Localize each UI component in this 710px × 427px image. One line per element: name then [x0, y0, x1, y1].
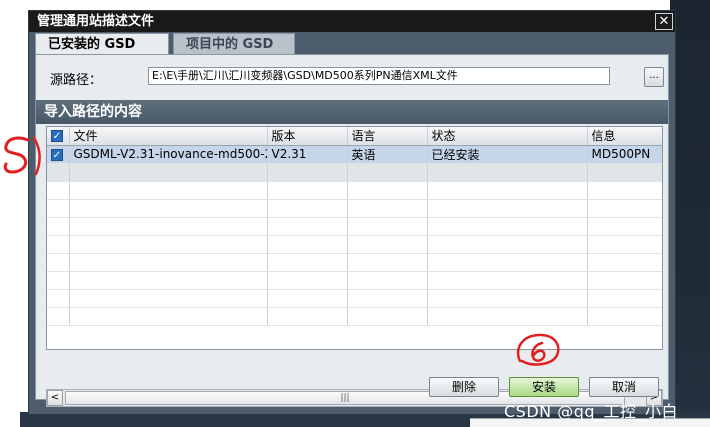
cell-status: 已经安装: [427, 145, 588, 164]
empty-row: [47, 217, 662, 236]
cell-version: V2.31: [267, 145, 348, 164]
close-button[interactable]: ✕: [655, 13, 673, 30]
empty-row: [47, 253, 662, 272]
tab-installed-gsd[interactable]: 已安装的 GSD: [35, 33, 169, 55]
import-content-header: 导入路径的内容: [36, 100, 668, 124]
watermark: CSDN @qq_工控_小白: [504, 402, 679, 421]
column-header-language[interactable]: 语言: [347, 127, 428, 146]
cancel-button[interactable]: 取消: [589, 377, 659, 397]
tab-project-gsd[interactable]: 项目中的 GSD: [173, 33, 295, 55]
cell-file: GSDML-V2.31-inovance-md500-2...: [69, 145, 268, 164]
column-header-info[interactable]: 信息: [587, 127, 662, 146]
column-header-version[interactable]: 版本: [267, 127, 348, 146]
table-row[interactable]: ✓ GSDML-V2.31-inovance-md500-2... V2.31 …: [47, 145, 662, 164]
table-header-row: ✓ 文件 版本 语言 状态 信息: [47, 127, 662, 146]
empty-row: [47, 235, 662, 254]
cell-language: 英语: [347, 145, 428, 164]
background-left: [0, 0, 20, 427]
row-checkbox-cell[interactable]: ✓: [47, 145, 70, 164]
select-all-cell[interactable]: ✓: [47, 127, 70, 146]
column-header-file[interactable]: 文件: [69, 127, 268, 146]
tab-panel: 源路径： E:\E\手册\汇川\汇川变频器\GSD\MD500系列PN通信XML…: [35, 54, 669, 407]
install-button[interactable]: 安装: [509, 377, 579, 397]
browse-button[interactable]: ...: [644, 67, 664, 87]
scroll-left-button[interactable]: <: [47, 390, 63, 406]
column-header-status[interactable]: 状态: [427, 127, 588, 146]
source-path-input[interactable]: E:\E\手册\汇川\汇川变频器\GSD\MD500系列PN通信XML文件: [148, 67, 610, 85]
select-all-checkbox[interactable]: ✓: [51, 130, 63, 143]
delete-button[interactable]: 删除: [429, 377, 499, 397]
cell-info: MD500PN: [587, 145, 662, 164]
row-checkbox[interactable]: ✓: [51, 148, 63, 161]
empty-row: [47, 199, 662, 218]
empty-row: [47, 181, 662, 200]
gsd-file-table: ✓ 文件 版本 语言 状态 信息 ✓ GSDML-V2.31-inovance-…: [46, 126, 663, 350]
background-right: [670, 0, 710, 427]
dialog-title: 管理通用站描述文件: [29, 11, 675, 32]
empty-row: [47, 307, 662, 326]
empty-row: [47, 163, 662, 182]
manage-gsd-dialog: 管理通用站描述文件 ✕ 已安装的 GSD 项目中的 GSD 源路径： E:\E\…: [28, 10, 676, 415]
empty-row: [47, 289, 662, 308]
source-path-label: 源路径：: [50, 73, 103, 88]
empty-row: [47, 271, 662, 290]
